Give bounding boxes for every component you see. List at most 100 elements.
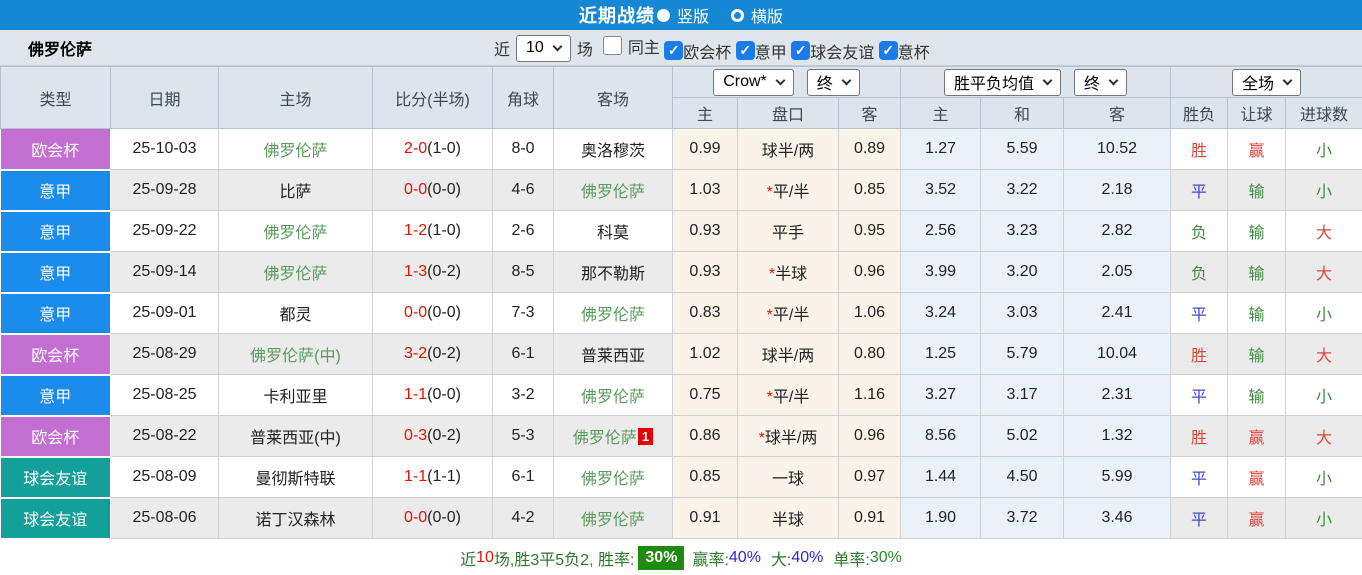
subheader-handicap: 盘口: [737, 97, 839, 129]
checkbox-icon[interactable]: ✓: [664, 41, 684, 60]
score-full: 1-1: [404, 468, 428, 485]
summary-prefix: 近: [460, 551, 477, 569]
table-row: 欧会杯 25-08-22 普莱西亚(中) 0-3(0-2) 5-3 佛罗伦萨 1 …: [0, 415, 1362, 458]
single-label: 单率:: [833, 551, 870, 569]
league-cell: 意甲: [0, 374, 111, 417]
home-team: 佛罗伦萨: [263, 266, 328, 283]
score-full: 0-0: [404, 181, 428, 198]
odds-home-cell: 0.93: [672, 251, 738, 293]
table-row: 意甲 25-09-28 比萨 0-0(0-0) 4-6 佛罗伦萨 1.03 *平…: [0, 169, 1362, 212]
odds-period-select[interactable]: 终: [806, 68, 860, 96]
team-name: 佛罗伦萨: [28, 41, 93, 59]
filters-group: 近 10 场 同主 ✓ 欧会杯 ✓ 意甲 ✓ 球会友谊 ✓ 意杯: [494, 30, 930, 66]
filter-checkbox[interactable]: 同主: [602, 34, 660, 58]
table-row: 欧会杯 25-10-03 佛罗伦萨 2-0(1-0) 8-0 奥洛穆茨 0.99…: [0, 128, 1362, 171]
league-cell: 意甲: [0, 169, 111, 212]
big-value: 40%: [791, 548, 824, 566]
odds-home-cell: 0.83: [672, 292, 738, 334]
odds-away-cell: 0.91: [838, 497, 902, 539]
score-half: (1-0): [427, 140, 461, 157]
score-full: 1-2: [404, 222, 428, 239]
away-team: 那不勒斯: [580, 266, 645, 283]
results-table: 类型 日期 主场 比分(半场) 角球 客场 Crow* 终 胜平负均值 终 全场…: [0, 66, 1362, 540]
handicap-cell: *半球: [737, 251, 839, 293]
layout-radio-vertical[interactable]: 竖版: [655, 3, 709, 27]
odds-away-cell: 0.89: [838, 128, 902, 170]
table-row: 意甲 25-08-25 卡利亚里 1-1(0-0) 3-2 佛罗伦萨 0.75 …: [0, 374, 1362, 417]
scope-select[interactable]: 全场: [1232, 68, 1302, 96]
checkbox-label: 球会友谊: [810, 44, 875, 62]
date-cell: 25-08-22: [110, 415, 219, 457]
odds-home-cell: 0.85: [672, 456, 738, 498]
handicap-result-cell: 输: [1227, 169, 1287, 211]
score-half: (1-0): [427, 222, 461, 239]
score-cell: 0-0(0-0): [372, 292, 493, 334]
europe-source-select[interactable]: 胜平负均值: [944, 68, 1062, 96]
corners-cell: 6-1: [492, 333, 554, 375]
header-away: 客场: [553, 66, 673, 129]
odds-away-cell: 1.06: [838, 292, 902, 334]
checkbox-icon[interactable]: ✓: [878, 41, 898, 60]
home-team: 佛罗伦萨: [263, 225, 328, 242]
filter-checkbox[interactable]: ✓ 意甲: [735, 39, 787, 63]
goals-cell: 小: [1285, 374, 1362, 416]
handicap-result-cell: 输: [1227, 292, 1287, 334]
odds-away-cell: 1.16: [838, 374, 902, 416]
home-team: 佛罗伦萨(中): [250, 348, 341, 365]
odds-away-cell: 0.97: [838, 456, 902, 498]
home-cell: 佛罗伦萨: [218, 251, 373, 293]
handicap-text: 半球: [775, 266, 808, 283]
odds-source-select[interactable]: Crow*: [713, 68, 794, 96]
handicap-text: 半球: [771, 512, 804, 529]
away-team: 普莱西亚: [580, 348, 645, 365]
league-cell: 欧会杯: [0, 128, 111, 171]
checkbox-label: 意杯: [897, 44, 930, 62]
score-half: (0-2): [427, 345, 461, 362]
away-team: 佛罗伦萨: [580, 389, 645, 406]
home-team: 佛罗伦萨: [263, 143, 328, 160]
subheader-goals: 进球数: [1285, 97, 1362, 129]
layout-radio-horizontal[interactable]: 横版: [709, 3, 783, 27]
handicap-result-cell: 赢: [1227, 497, 1287, 539]
europe-period-value: 终: [1084, 76, 1101, 93]
away-cell: 佛罗伦萨: [553, 169, 673, 211]
league-label: 欧会杯: [31, 348, 80, 365]
filter-checkbox[interactable]: ✓ 意杯: [878, 39, 930, 63]
europe-draw-cell: 3.03: [980, 292, 1065, 334]
filter-bar: 佛罗伦萨 近 10 场 同主 ✓ 欧会杯 ✓ 意甲 ✓ 球会友谊 ✓ 意杯: [0, 30, 1362, 66]
filter-checkbox[interactable]: ✓ 欧会杯: [664, 39, 731, 63]
home-team: 卡利亚里: [263, 389, 328, 406]
europe-period-select[interactable]: 终: [1074, 68, 1128, 96]
recent-count-select[interactable]: 10: [516, 34, 571, 62]
away-cell: 普莱西亚: [553, 333, 673, 375]
europe-home-cell: 1.90: [900, 497, 982, 539]
score-cell: 2-0(1-0): [372, 128, 493, 170]
checkbox-icon[interactable]: [602, 36, 622, 55]
chevron-down-icon: [841, 75, 852, 86]
header-score: 比分(半场): [372, 66, 493, 129]
away-team: 佛罗伦萨: [580, 307, 645, 324]
score-half: (0-0): [427, 509, 461, 526]
europe-draw-cell: 4.50: [980, 456, 1065, 498]
odds-away-cell: 0.85: [838, 169, 902, 211]
score-cell: 1-1(0-0): [372, 374, 493, 416]
away-cell: 佛罗伦萨 1: [553, 415, 673, 457]
league-label: 意甲: [39, 266, 72, 283]
checkbox-icon[interactable]: ✓: [791, 41, 811, 60]
date-cell: 25-09-14: [110, 251, 219, 293]
checkbox-icon[interactable]: ✓: [735, 41, 755, 60]
filter-checkbox[interactable]: ✓ 球会友谊: [791, 39, 874, 63]
recent-label: 近: [494, 42, 511, 59]
handicap-result-cell: 输: [1227, 251, 1287, 293]
goals-cell: 小: [1285, 456, 1362, 498]
home-cell: 比萨: [218, 169, 373, 211]
handicap-cell: *平/半: [737, 169, 839, 211]
header-corners: 角球: [492, 66, 554, 129]
chevron-down-icon: [1042, 75, 1053, 86]
handicap-result-cell: 赢: [1227, 456, 1287, 498]
europe-away-cell: 2.31: [1063, 374, 1172, 416]
handicap-result-cell: 赢: [1227, 415, 1287, 457]
handicap-cell: 球半/两: [737, 128, 839, 170]
odds-away-cell: 0.95: [838, 210, 902, 252]
league-cell: 意甲: [0, 251, 111, 294]
